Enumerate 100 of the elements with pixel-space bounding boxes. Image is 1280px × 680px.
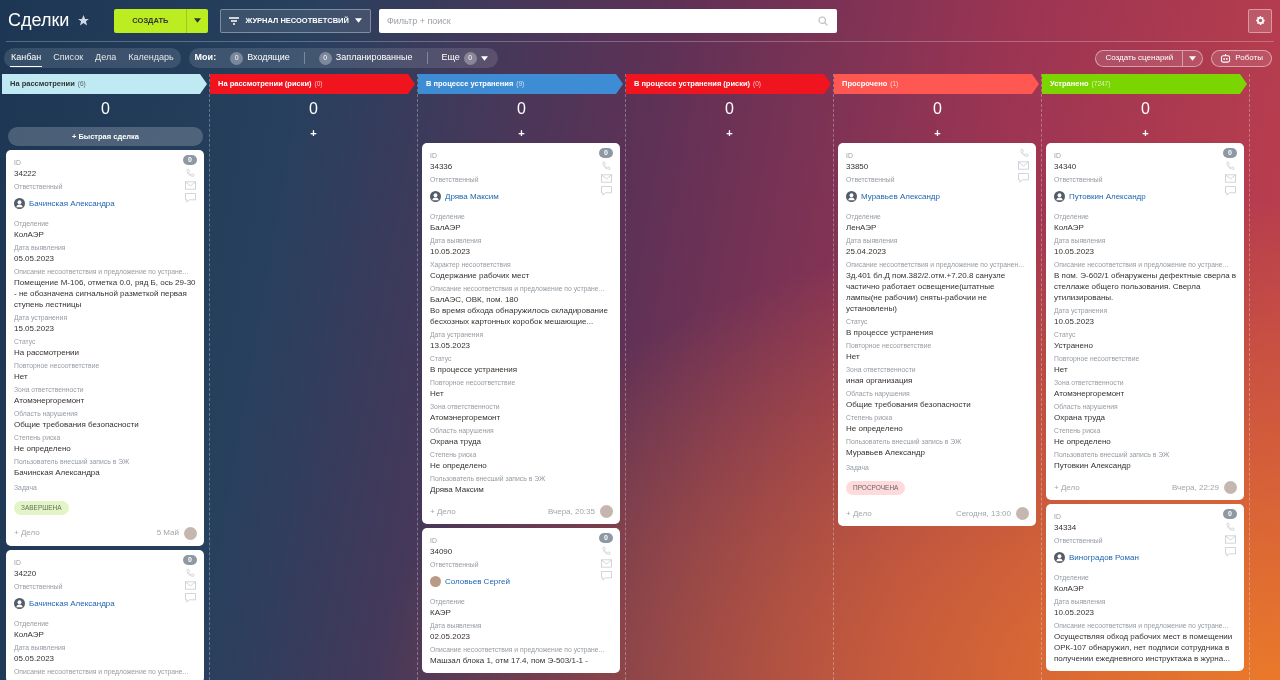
card-date: Вчера, 20:35 — [547, 505, 595, 518]
stage-sum: 0 — [725, 99, 734, 119]
add-deal-button[interactable]: + — [720, 125, 739, 141]
envelope-icon — [1224, 174, 1236, 183]
view-tab[interactable]: Календарь — [127, 49, 175, 67]
field-value: ЛенАЭР — [846, 222, 878, 233]
phone-icon — [1018, 148, 1029, 158]
my-items-label: Мои: — [194, 51, 217, 65]
add-deal-button[interactable]: + — [512, 125, 531, 141]
field-value: Общие требования безопасности — [14, 418, 140, 430]
view-tab[interactable]: Канбан — [10, 48, 43, 68]
search-field[interactable]: Фильтр + поиск — [378, 8, 837, 33]
field-value: Атомэнергоремонт — [14, 394, 86, 406]
card-date: Вчера, 22:29 — [1171, 481, 1219, 494]
stage-sum: 0 — [309, 99, 318, 119]
field-value: Охрана труда — [1054, 412, 1106, 423]
view-tab[interactable]: Дела — [94, 49, 118, 67]
envelope-icon — [184, 580, 196, 590]
envelope-icon — [600, 174, 612, 183]
caret-icon — [480, 55, 488, 61]
envelope-icon — [600, 559, 612, 568]
robot-icon — [1220, 53, 1232, 63]
field-value: Содержание рабочих мест — [430, 270, 531, 281]
create-scenario-button[interactable]: Создать сценарий — [1095, 49, 1184, 67]
field-value: иная организация — [846, 375, 914, 386]
field-value: 05.05.2023 — [14, 252, 56, 264]
avatar-photo-placeholder — [430, 576, 441, 587]
field-value: 34340 — [1054, 161, 1078, 172]
add-deal-button[interactable]: + — [304, 125, 323, 141]
field-value: Зд.401 бл.Д пом.382/2.отм.+7.20.8 санузле частично работает освещение(штатные лампы(не рабочии) сняты-рабочии не установлены) — [846, 270, 1007, 314]
stage-sum: 0 — [933, 99, 942, 119]
user-link[interactable]: Виноградов Роман — [1054, 551, 1139, 564]
user-link[interactable]: Соловьев Сергей — [430, 575, 510, 588]
field-value: Общие требования безопасности — [846, 399, 972, 410]
field-value: КолАЭР — [1054, 583, 1085, 594]
field-value: Атомэнергоремонт — [1054, 388, 1126, 399]
user-link[interactable]: Путовкин Александр — [1054, 190, 1146, 203]
field-value: Осуществляя обход рабочих мест в помещении ОРК-107 обнаружил, нет подписи сотрудника в получении ежедневного инструктажа в журна... — [1054, 631, 1234, 664]
field-value: 34222 — [14, 167, 38, 179]
field-value: КолАЭР — [14, 628, 45, 640]
field-value: Не определено — [430, 460, 488, 471]
field-value: 34336 — [430, 161, 454, 172]
caret-icon — [354, 18, 362, 23]
view-tab[interactable]: Список — [52, 49, 85, 67]
user-link[interactable]: Муравьев Александр — [846, 190, 940, 203]
user-avatar-icon — [1054, 191, 1065, 202]
phone-icon — [185, 167, 195, 178]
phone-icon — [601, 161, 611, 171]
chat-icon — [1224, 186, 1236, 196]
field-value: Помещение М-106, отметка 0.0, ряд Б, ось 29-30 - не обозначена сигнальной разметкой первая ступень лестницы — [14, 276, 197, 310]
chat-icon — [1018, 173, 1029, 183]
field-value: Не определено — [14, 442, 72, 454]
field-value: Дрява Максим — [430, 484, 485, 495]
caret-icon — [194, 18, 202, 23]
chat-icon — [1224, 547, 1236, 557]
field-value: БалАЭС, ОВК, пом. 180 Во время обхода обнаружилось складирование бесхозных картонных коробок мешающие... — [430, 294, 609, 327]
phone-icon — [185, 567, 195, 578]
field-value: В процессе устранения — [846, 327, 934, 338]
field-value: Нет — [1054, 364, 1069, 375]
phone-icon — [601, 546, 611, 556]
field-value: Машзал блока 1, отм 17.4, пом Э-503/1-1 - — [430, 655, 589, 666]
field-value: Нет — [430, 388, 445, 399]
user-link[interactable]: Бачинская Александра — [14, 596, 115, 610]
envelope-icon — [1018, 161, 1029, 170]
create-dropdown-button[interactable] — [186, 8, 209, 33]
field-value: Нет — [846, 351, 861, 362]
add-deal-button[interactable]: + — [1136, 125, 1155, 141]
field-value: Путовкин Александр — [1054, 460, 1132, 471]
caret-icon — [1189, 55, 1197, 61]
search-icon — [817, 15, 828, 26]
avatar-photo-placeholder — [184, 526, 197, 540]
user-link[interactable]: Дрява Максим — [430, 190, 499, 203]
chat-icon — [184, 192, 196, 203]
field-value: 02.05.2023 — [430, 631, 472, 642]
field-value: Нет — [14, 370, 29, 382]
page-title: Сделки — [8, 9, 70, 32]
stage-sum: 0 — [101, 98, 110, 119]
field-value: БалАЭР — [430, 222, 462, 233]
field-value: 13.05.2023 — [430, 340, 472, 351]
phone-icon — [1225, 161, 1235, 171]
field-value: В пом. Э-602/1 обнаружены дефектные сверла в стеллаже общего пользования. Сверла утилизированы. — [1054, 270, 1237, 303]
settings-button[interactable] — [1248, 8, 1272, 33]
add-deal-button[interactable]: + — [928, 125, 947, 141]
scenario-dropdown-button[interactable] — [1183, 49, 1204, 67]
user-avatar-icon — [846, 191, 857, 202]
user-link[interactable]: Бачинская Александра — [14, 196, 115, 210]
user-avatar-icon — [14, 197, 25, 209]
robots-button[interactable]: Роботы — [1211, 49, 1272, 67]
avatar-photo-placeholder — [1224, 481, 1237, 494]
chat-icon — [600, 186, 612, 196]
field-value: 33850 — [846, 161, 870, 172]
field-value: На рассмотрении — [14, 346, 81, 358]
field-value: Устранено — [1054, 340, 1094, 351]
field-value: Бачинская Александра — [14, 466, 101, 478]
chat-icon — [600, 571, 612, 581]
star-icon — [77, 14, 91, 27]
field-value: 10.05.2023 — [1054, 607, 1096, 618]
card-date: Сегодня, 13:00 — [955, 507, 1011, 520]
card-date: 5 Май — [156, 527, 179, 540]
filter-icon — [229, 16, 240, 25]
